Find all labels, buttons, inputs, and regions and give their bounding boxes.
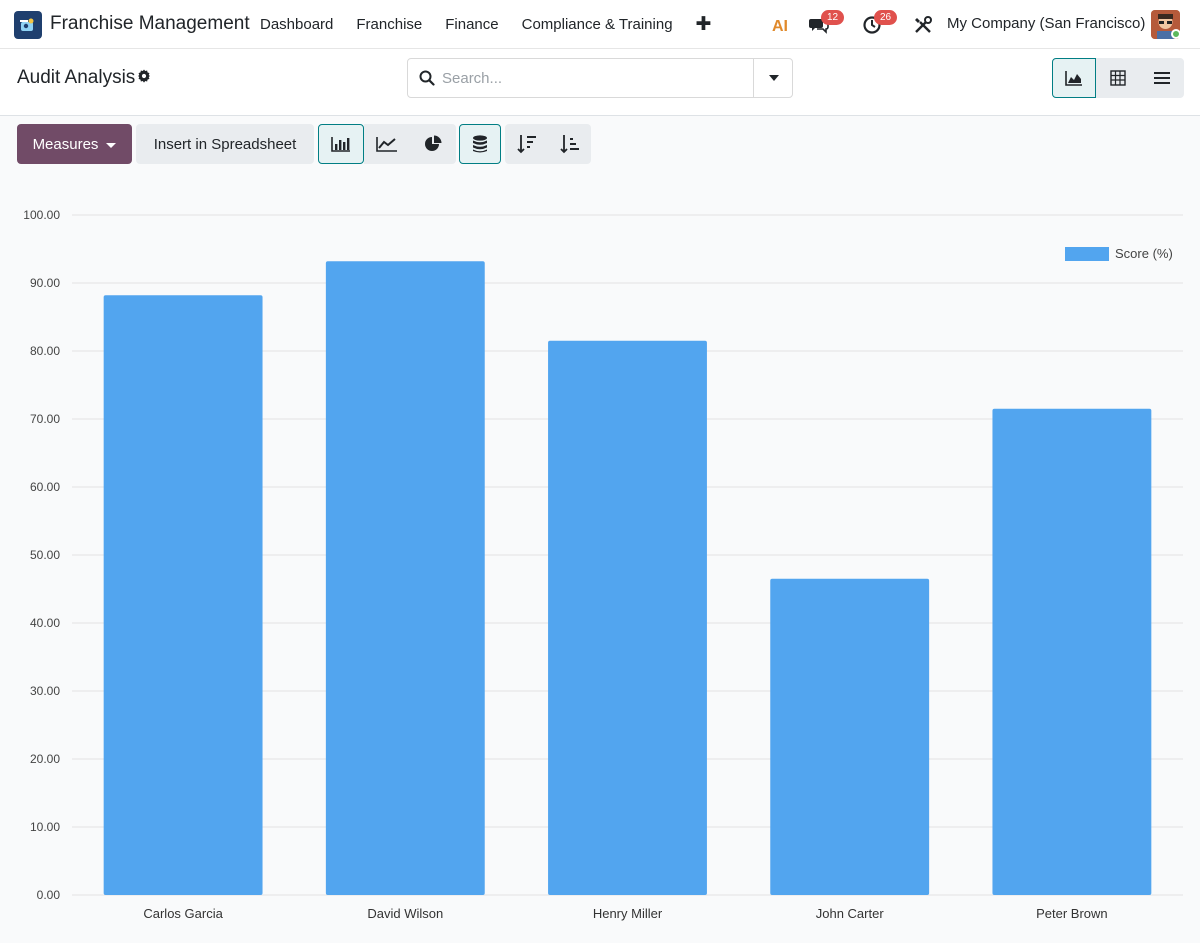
ai-icon[interactable]: AI bbox=[771, 14, 793, 36]
pie-chart-icon bbox=[425, 135, 442, 151]
x-tick-label: David Wilson bbox=[367, 906, 443, 921]
control-panel: Audit Analysis bbox=[0, 49, 1200, 116]
y-tick-label: 80.00 bbox=[30, 344, 60, 358]
pie-chart-button[interactable] bbox=[410, 124, 456, 164]
x-tick-label: Carlos Garcia bbox=[143, 906, 223, 921]
measures-label: Measures bbox=[32, 135, 99, 153]
menu-item-franchise[interactable]: Franchise bbox=[356, 16, 422, 33]
app-logo-icon[interactable] bbox=[14, 11, 42, 39]
search-input[interactable] bbox=[442, 60, 750, 96]
list-icon bbox=[1154, 72, 1170, 84]
y-tick-label: 30.00 bbox=[30, 684, 60, 698]
stacked-group bbox=[459, 124, 501, 164]
bar[interactable] bbox=[992, 408, 1152, 895]
top-navbar: Franchise Management Dashboard Franchise… bbox=[0, 0, 1200, 49]
chart-type-group bbox=[318, 124, 456, 164]
list-view-button[interactable] bbox=[1140, 58, 1184, 98]
graph-view-button[interactable] bbox=[1052, 58, 1096, 98]
y-tick-label: 20.00 bbox=[30, 752, 60, 766]
y-tick-label: 10.00 bbox=[30, 820, 60, 834]
menu-item-compliance-training[interactable]: Compliance & Training bbox=[522, 16, 673, 33]
company-switcher[interactable]: My Company (San Francisco) bbox=[947, 15, 1145, 32]
legend-swatch bbox=[1065, 246, 1109, 261]
line-chart-icon bbox=[376, 137, 397, 152]
database-icon bbox=[473, 135, 487, 153]
app-name[interactable]: Franchise Management bbox=[50, 13, 250, 35]
graph-content: Measures Insert in Spreadsheet 0.00 10.0… bbox=[0, 116, 1200, 943]
y-tick-label: 60.00 bbox=[30, 480, 60, 494]
bar[interactable] bbox=[548, 340, 707, 895]
activities-badge: 26 bbox=[874, 10, 898, 25]
x-tick-label: Henry Miller bbox=[593, 906, 663, 921]
sort-ascending-button[interactable] bbox=[548, 124, 591, 164]
table-icon bbox=[1110, 70, 1126, 86]
gear-icon[interactable] bbox=[137, 69, 151, 83]
measures-button[interactable]: Measures bbox=[17, 124, 132, 164]
bar-chart-icon bbox=[331, 137, 350, 152]
caret-down-icon bbox=[106, 142, 117, 148]
messages-icon[interactable]: 12 bbox=[808, 10, 845, 36]
online-status-indicator bbox=[1171, 29, 1181, 39]
search-icon bbox=[419, 70, 435, 86]
bar[interactable] bbox=[770, 578, 930, 895]
x-tick-label: John Carter bbox=[816, 906, 885, 921]
sort-descending-icon bbox=[516, 135, 536, 154]
sort-descending-button[interactable] bbox=[505, 124, 548, 164]
messages-badge: 12 bbox=[821, 10, 845, 25]
y-tick-label: 50.00 bbox=[30, 548, 60, 562]
y-tick-label: 40.00 bbox=[30, 616, 60, 630]
stacked-button[interactable] bbox=[459, 124, 501, 164]
insert-spreadsheet-button[interactable]: Insert in Spreadsheet bbox=[136, 124, 314, 164]
page-title: Audit Analysis bbox=[17, 67, 136, 88]
area-chart-icon bbox=[1065, 71, 1082, 86]
chevron-down-icon bbox=[768, 75, 779, 81]
main-menu: Dashboard Franchise Finance Compliance &… bbox=[260, 0, 711, 49]
tools-icon[interactable] bbox=[912, 14, 934, 36]
chart-canvas: 0.00 10.00 20.00 30.00 40.00 50.00 60.00 70.00 8… bbox=[23, 208, 1183, 921]
menu-item-finance[interactable]: Finance bbox=[445, 16, 498, 33]
search-bar bbox=[407, 58, 793, 98]
bar-chart: 0.00 10.00 20.00 30.00 40.00 50.00 60.00 70.00 8… bbox=[0, 171, 1200, 943]
bar[interactable] bbox=[325, 261, 485, 895]
y-tick-label: 0.00 bbox=[37, 888, 61, 902]
ai-label: AI bbox=[772, 18, 788, 34]
sort-ascending-icon bbox=[559, 135, 579, 154]
menu-item-dashboard[interactable]: Dashboard bbox=[260, 16, 333, 33]
y-tick-label: 100.00 bbox=[23, 208, 60, 222]
y-tick-label: 70.00 bbox=[30, 412, 60, 426]
activities-icon[interactable]: 26 bbox=[861, 10, 898, 36]
view-switcher bbox=[1052, 58, 1184, 98]
legend-label: Score (%) bbox=[1115, 246, 1173, 261]
add-menu-icon[interactable]: ✚ bbox=[696, 13, 712, 36]
pivot-view-button[interactable] bbox=[1096, 58, 1140, 98]
chart-legend[interactable]: Score (%) bbox=[1065, 246, 1173, 261]
y-tick-label: 90.00 bbox=[30, 276, 60, 290]
search-options-toggle[interactable] bbox=[753, 59, 793, 97]
sort-group bbox=[505, 124, 591, 164]
x-tick-label: Peter Brown bbox=[1036, 906, 1108, 921]
bar-chart-button[interactable] bbox=[318, 124, 364, 164]
line-chart-button[interactable] bbox=[364, 124, 410, 164]
bar[interactable] bbox=[103, 295, 263, 895]
